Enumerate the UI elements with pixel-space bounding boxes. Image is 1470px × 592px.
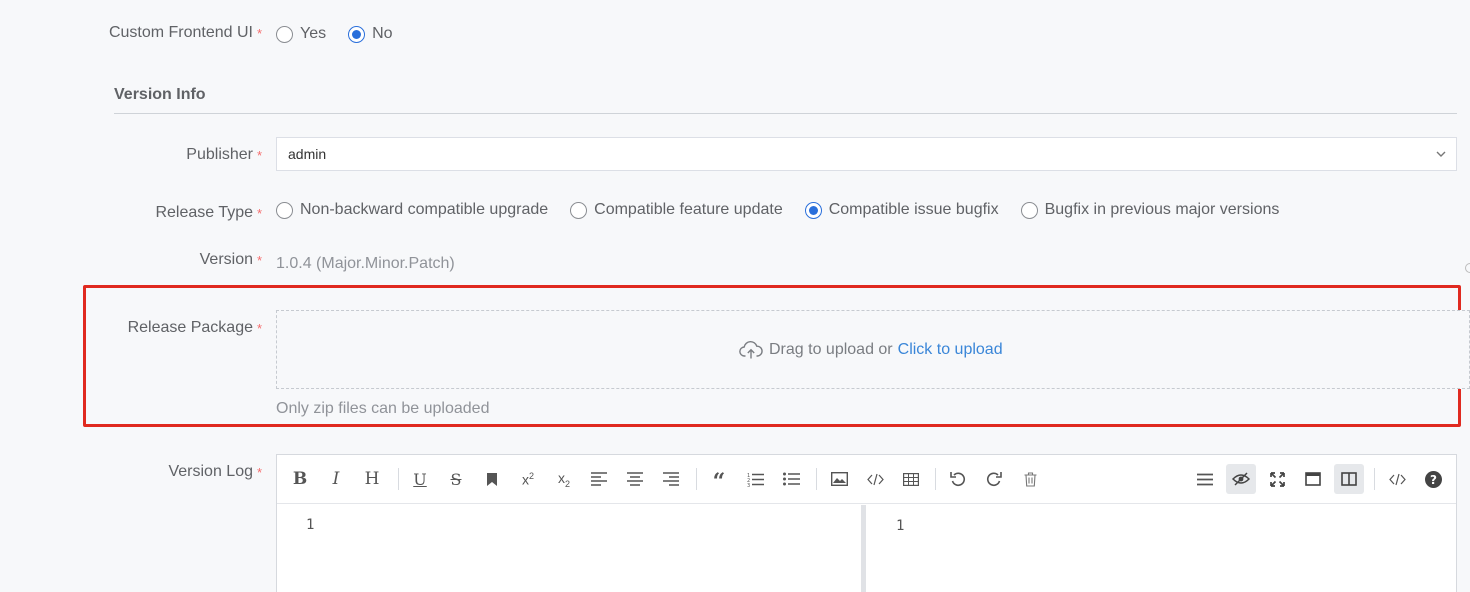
release-type-radio-group: Non-backward compatible upgrade Compatib… bbox=[276, 201, 1301, 219]
code-icon[interactable] bbox=[860, 464, 890, 494]
align-center-icon[interactable] bbox=[620, 464, 650, 494]
toolbar-divider bbox=[816, 468, 817, 490]
section-title-version-info: Version Info bbox=[114, 86, 206, 103]
upload-prompt: Drag to upload or Click to upload bbox=[739, 340, 1003, 360]
editor-line-number: 1 bbox=[306, 517, 315, 533]
toolbar-divider bbox=[398, 468, 399, 490]
cloud-upload-icon bbox=[739, 340, 763, 359]
preview-toggle-icon[interactable] bbox=[1226, 464, 1256, 494]
editor-preview-pane: 1 bbox=[866, 505, 1456, 592]
radio-circle bbox=[570, 201, 588, 219]
markdown-editor: B I H U S x2 x2 “ 123 ? 1 1 bbox=[276, 454, 1457, 592]
publisher-select[interactable]: admin bbox=[276, 137, 1457, 171]
radio-label: Compatible issue bugfix bbox=[828, 201, 999, 218]
upload-dropzone[interactable]: Drag to upload or Click to upload bbox=[276, 310, 1470, 389]
undo-icon[interactable] bbox=[943, 464, 973, 494]
upload-drag-text: Drag to upload or bbox=[769, 341, 893, 358]
click-to-upload-link[interactable]: Click to upload bbox=[898, 341, 1003, 359]
split-view-icon[interactable] bbox=[1334, 464, 1364, 494]
editor-toolbar: B I H U S x2 x2 “ 123 ? bbox=[277, 455, 1456, 504]
unordered-list-icon[interactable] bbox=[776, 464, 806, 494]
strikethrough-icon[interactable]: S bbox=[441, 464, 471, 494]
custom-frontend-radio-group: Yes No bbox=[276, 25, 415, 43]
svg-text:3: 3 bbox=[747, 483, 750, 487]
bookmark-icon[interactable] bbox=[477, 464, 507, 494]
scroll-edge-handle bbox=[1465, 263, 1470, 273]
required-mark: * bbox=[257, 206, 263, 221]
release-type-non-backward-radio[interactable]: Non-backward compatible upgrade bbox=[276, 201, 548, 219]
release-type-issue-bugfix-radio[interactable]: Compatible issue bugfix bbox=[804, 201, 999, 219]
toolbar-divider bbox=[935, 468, 936, 490]
chevron-down-icon bbox=[1436, 151, 1446, 157]
superscript-icon[interactable]: x2 bbox=[513, 464, 543, 494]
release-type-previous-major-radio[interactable]: Bugfix in previous major versions bbox=[1020, 201, 1280, 219]
release-type-feature-update-radio[interactable]: Compatible feature update bbox=[570, 201, 783, 219]
align-left-icon[interactable] bbox=[584, 464, 614, 494]
radio-label: Compatible feature update bbox=[594, 201, 783, 218]
heading-icon[interactable]: H bbox=[357, 464, 387, 494]
html-preview-icon[interactable] bbox=[1382, 464, 1412, 494]
radio-label: Bugfix in previous major versions bbox=[1044, 201, 1280, 218]
radio-circle-checked bbox=[348, 25, 366, 43]
redo-icon[interactable] bbox=[979, 464, 1009, 494]
help-icon[interactable]: ? bbox=[1418, 464, 1448, 494]
preview-line-number: 1 bbox=[896, 518, 905, 534]
release-type-label: Release Type bbox=[155, 204, 253, 221]
required-mark: * bbox=[257, 321, 263, 336]
underline-icon[interactable]: U bbox=[405, 464, 435, 494]
custom-frontend-yes-radio[interactable]: Yes bbox=[276, 25, 326, 43]
version-log-label: Version Log bbox=[168, 463, 253, 480]
table-icon[interactable] bbox=[896, 464, 926, 494]
section-divider bbox=[114, 113, 1457, 114]
align-right-icon[interactable] bbox=[656, 464, 686, 494]
radio-circle bbox=[1020, 201, 1038, 219]
editor-input-pane[interactable]: 1 bbox=[277, 505, 861, 592]
svg-text:?: ? bbox=[1430, 473, 1437, 487]
bold-icon[interactable]: B bbox=[285, 464, 315, 494]
release-package-label: Release Package bbox=[127, 319, 253, 336]
radio-circle bbox=[276, 25, 293, 43]
navigation-icon[interactable] bbox=[1190, 464, 1220, 494]
version-label: Version bbox=[199, 251, 253, 268]
quote-icon[interactable]: “ bbox=[704, 464, 734, 494]
publisher-select-value: admin bbox=[288, 146, 327, 162]
custom-frontend-label: Custom Frontend UI bbox=[108, 24, 253, 41]
radio-label: No bbox=[372, 25, 393, 42]
window-fullscreen-icon[interactable] bbox=[1298, 464, 1328, 494]
ordered-list-icon[interactable]: 123 bbox=[740, 464, 770, 494]
radio-label: Non-backward compatible upgrade bbox=[300, 201, 549, 218]
toolbar-divider bbox=[1374, 468, 1375, 490]
version-value: 1.0.4 (Major.Minor.Patch) bbox=[276, 255, 455, 272]
radio-circle bbox=[276, 201, 293, 219]
required-mark: * bbox=[257, 26, 263, 41]
custom-frontend-no-radio[interactable]: No bbox=[348, 25, 393, 43]
publisher-label: Publisher bbox=[186, 146, 253, 163]
trash-icon[interactable] bbox=[1015, 464, 1045, 494]
subscript-icon[interactable]: x2 bbox=[549, 464, 579, 494]
radio-circle-checked bbox=[804, 201, 822, 219]
upload-hint: Only zip files can be uploaded bbox=[276, 400, 490, 417]
required-mark: * bbox=[257, 465, 263, 480]
italic-icon[interactable]: I bbox=[321, 464, 351, 494]
required-mark: * bbox=[257, 148, 263, 163]
radio-label: Yes bbox=[300, 25, 327, 42]
toolbar-divider bbox=[696, 468, 697, 490]
fullscreen-icon[interactable] bbox=[1262, 464, 1292, 494]
image-icon[interactable] bbox=[824, 464, 854, 494]
required-mark: * bbox=[257, 253, 263, 268]
